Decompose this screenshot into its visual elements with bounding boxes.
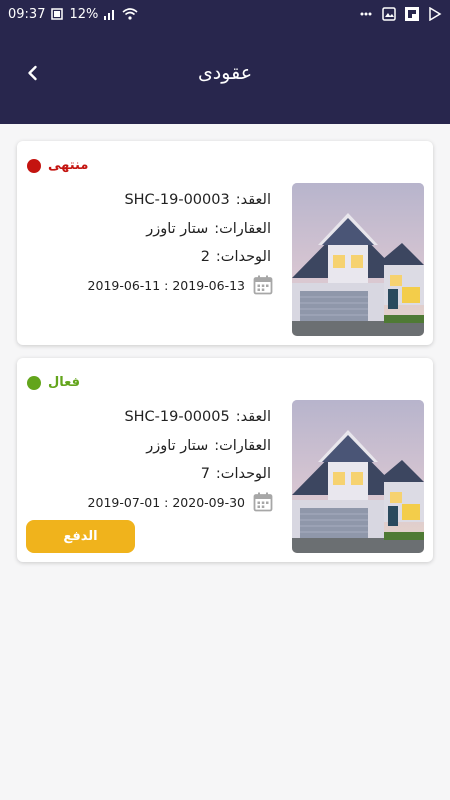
status-badge: فعال: [27, 375, 80, 390]
status-bar: 09:37 12%: [0, 0, 450, 28]
page-title: عقودى: [197, 62, 253, 84]
more-dots-icon: [359, 7, 373, 21]
property-label: العقارات:: [214, 438, 271, 454]
status-label: فعال: [48, 375, 81, 390]
date-range-text: 2019-07-01 : 2020-09-30: [87, 494, 245, 510]
contract-card[interactable]: منتهى العقد: SHC-19-00003 العقارات: ستار…: [17, 141, 433, 345]
units-row: الوحدات: 2: [201, 249, 271, 265]
play-store-icon: [428, 6, 442, 22]
calendar-icon: [253, 492, 273, 512]
status-dot: [27, 375, 41, 390]
wifi-icon: [122, 7, 138, 21]
date-range: 2019-06-11 : 2019-06-13: [88, 275, 273, 295]
units-count: 7: [200, 466, 210, 482]
screenshot-icon: [50, 7, 64, 21]
date-range-text: 2019-06-11 : 2019-06-13: [87, 277, 245, 293]
date-range: 2019-07-01 : 2020-09-30: [88, 492, 273, 512]
signal-icon: [103, 7, 117, 21]
status-badge: منتهى: [27, 158, 88, 173]
units-row: الوحدات: 7: [201, 466, 271, 482]
contract-number: SHC-19-00005: [124, 409, 230, 425]
units-label: الوحدات:: [215, 249, 271, 265]
property-photo: [292, 183, 424, 336]
pay-button[interactable]: الدفع: [26, 520, 135, 553]
battery-percent: 12%: [69, 6, 99, 22]
status-dot: [27, 158, 41, 173]
property-row: العقارات: ستار تاوزر: [146, 438, 271, 454]
calendar-icon: [253, 275, 273, 295]
property-row: العقارات: ستار تاوزر: [146, 221, 271, 237]
contract-number-row: العقد: SHC-19-00003: [124, 192, 271, 208]
property-label: العقارات:: [214, 221, 271, 237]
contract-label: العقد:: [235, 409, 271, 425]
contract-card[interactable]: فعال العقد: SHC-19-00005 العقارات: ستار …: [17, 358, 433, 562]
status-time: 09:37: [8, 6, 46, 22]
property-photo: [292, 400, 424, 553]
contract-number: SHC-19-00003: [124, 192, 230, 208]
gallery-icon: [382, 7, 396, 21]
property-name: ستار تاوزر: [146, 438, 209, 454]
units-label: الوحدات:: [215, 466, 271, 482]
units-count: 2: [200, 249, 210, 265]
app-bar: عقودى: [0, 28, 450, 124]
status-label: منتهى: [48, 158, 89, 173]
contract-number-row: العقد: SHC-19-00005: [124, 409, 271, 425]
property-name: ستار تاوزر: [146, 221, 209, 237]
contract-label: العقد:: [235, 192, 271, 208]
flipboard-icon: [405, 7, 419, 21]
